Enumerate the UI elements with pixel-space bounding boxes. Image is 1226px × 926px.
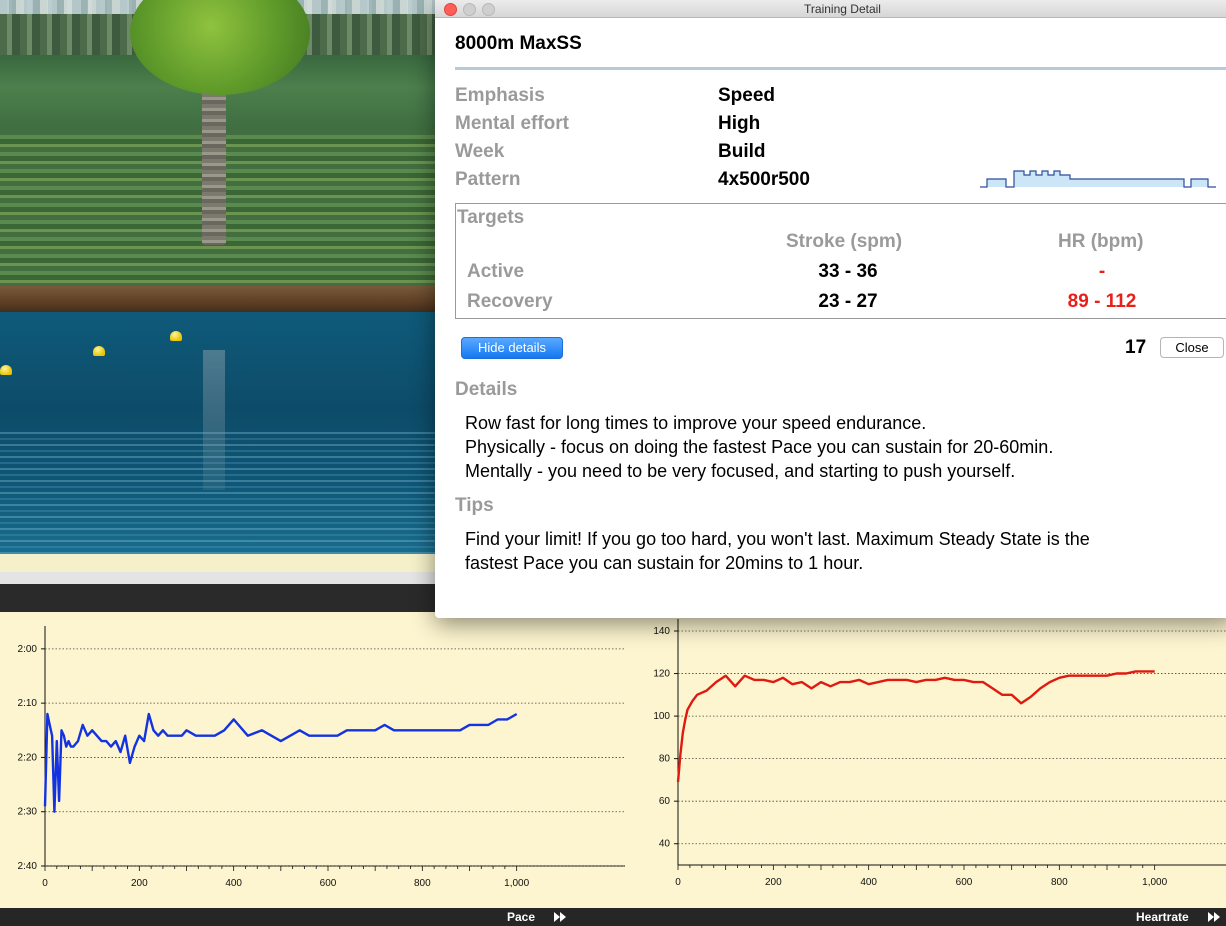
x-tick-label: 400 [860, 877, 877, 888]
y-tick-label: 60 [659, 796, 671, 807]
details-line: Mentally - you need to be very focused, … [465, 461, 1016, 481]
details-line: Row fast for long times to improve your … [465, 413, 927, 433]
x-tick-label: 600 [956, 877, 973, 888]
active-hr-range: - [1098, 261, 1106, 282]
heartrate-chart-selector[interactable]: Heartrate [1136, 910, 1189, 924]
pace-chart-selector[interactable]: Pace [507, 910, 535, 924]
series-line [43, 712, 518, 813]
buoy-marker [93, 346, 105, 356]
week-label: Week [455, 141, 505, 162]
week-value: Build [718, 141, 766, 162]
pace-chart-svg: 2:00 2:10 2:20 2:30 2:40 0 200 400 600 800 1,000 [18, 626, 625, 889]
x-tick-label: 200 [765, 877, 782, 888]
training-detail-window: Training Detail 8000m MaxSS Emphasis Spe… [435, 0, 1226, 618]
y-tick-label: 2:30 [18, 807, 38, 818]
y-tick-label: 40 [659, 839, 671, 850]
y-tick-label: 140 [653, 626, 670, 637]
tips-line: fastest Pace you can sustain for 20mins … [465, 553, 864, 573]
window-title: Training Detail [804, 2, 881, 16]
targets-panel: Targets Stroke (spm) HR (bpm) Active 33 … [455, 203, 1226, 319]
y-tick-label: 2:10 [18, 698, 38, 709]
mental-effort-value: High [718, 113, 761, 134]
heartrate-chart-svg: 1401201008060400 200 400 600 800 1,000 [653, 619, 1226, 888]
tips-heading: Tips [455, 495, 494, 516]
x-tick-label: 800 [1051, 877, 1068, 888]
active-stroke-range: 33 - 36 [818, 261, 878, 282]
pace-chart: 2:00 2:10 2:20 2:30 2:40 0 200 400 600 800 1,000 [0, 612, 630, 908]
y-tick-label: 120 [653, 669, 670, 680]
hr-column-header: HR (bpm) [1058, 231, 1144, 252]
targets-heading: Targets [457, 207, 525, 228]
active-row-label: Active [467, 261, 525, 282]
mental-effort-label: Mental effort [455, 113, 569, 134]
pattern-value: 4x500r500 [718, 169, 810, 190]
series-line [676, 670, 1155, 783]
y-tick-label: 100 [653, 711, 670, 722]
y-tick-label: 2:40 [18, 861, 38, 872]
recovery-row-label: Recovery [467, 291, 553, 312]
heartrate-chart: 140 120 100 80 60 40 0 200 400 600 800 1,000 [630, 612, 1226, 908]
fast-forward-icon[interactable] [554, 912, 566, 922]
workout-name: 8000m MaxSS [455, 33, 582, 54]
x-tick-label: 0 [675, 877, 681, 888]
session-count: 17 [1125, 337, 1147, 358]
buoy-marker [170, 331, 182, 341]
tips-line: Find your limit! If you go too hard, you… [465, 529, 1090, 549]
y-tick-label: 2:20 [18, 752, 38, 763]
buoy-marker [0, 365, 12, 375]
emphasis-label: Emphasis [455, 85, 545, 106]
hide-details-button[interactable]: Hide details [461, 337, 563, 359]
recovery-stroke-range: 23 - 27 [818, 291, 878, 312]
window-titlebar: Training Detail [435, 0, 1226, 18]
title-divider [455, 67, 1226, 70]
recovery-hr-range: 89 - 112 [1067, 291, 1137, 312]
pattern-label: Pattern [455, 169, 521, 190]
x-tick-label: 400 [225, 878, 242, 889]
y-tick-label: 80 [659, 754, 671, 765]
x-tick-label: 600 [320, 878, 337, 889]
bottom-bar [0, 908, 1226, 926]
x-tick-label: 200 [131, 878, 148, 889]
x-tick-label: 800 [414, 878, 431, 889]
x-tick-label: 0 [42, 878, 48, 889]
pattern-graph [980, 170, 1216, 188]
fast-forward-icon[interactable] [1208, 912, 1220, 922]
y-tick-label: 2:00 [18, 644, 38, 655]
emphasis-value: Speed [718, 85, 776, 106]
x-tick-label: 1,000 [504, 878, 529, 889]
details-line: Physically - focus on doing the fastest … [465, 437, 1054, 457]
details-heading: Details [455, 379, 518, 400]
stroke-column-header: Stroke (spm) [786, 231, 903, 252]
tree-reflection [203, 350, 225, 490]
close-button[interactable]: Close [1160, 337, 1224, 358]
x-tick-label: 1,000 [1142, 877, 1167, 888]
